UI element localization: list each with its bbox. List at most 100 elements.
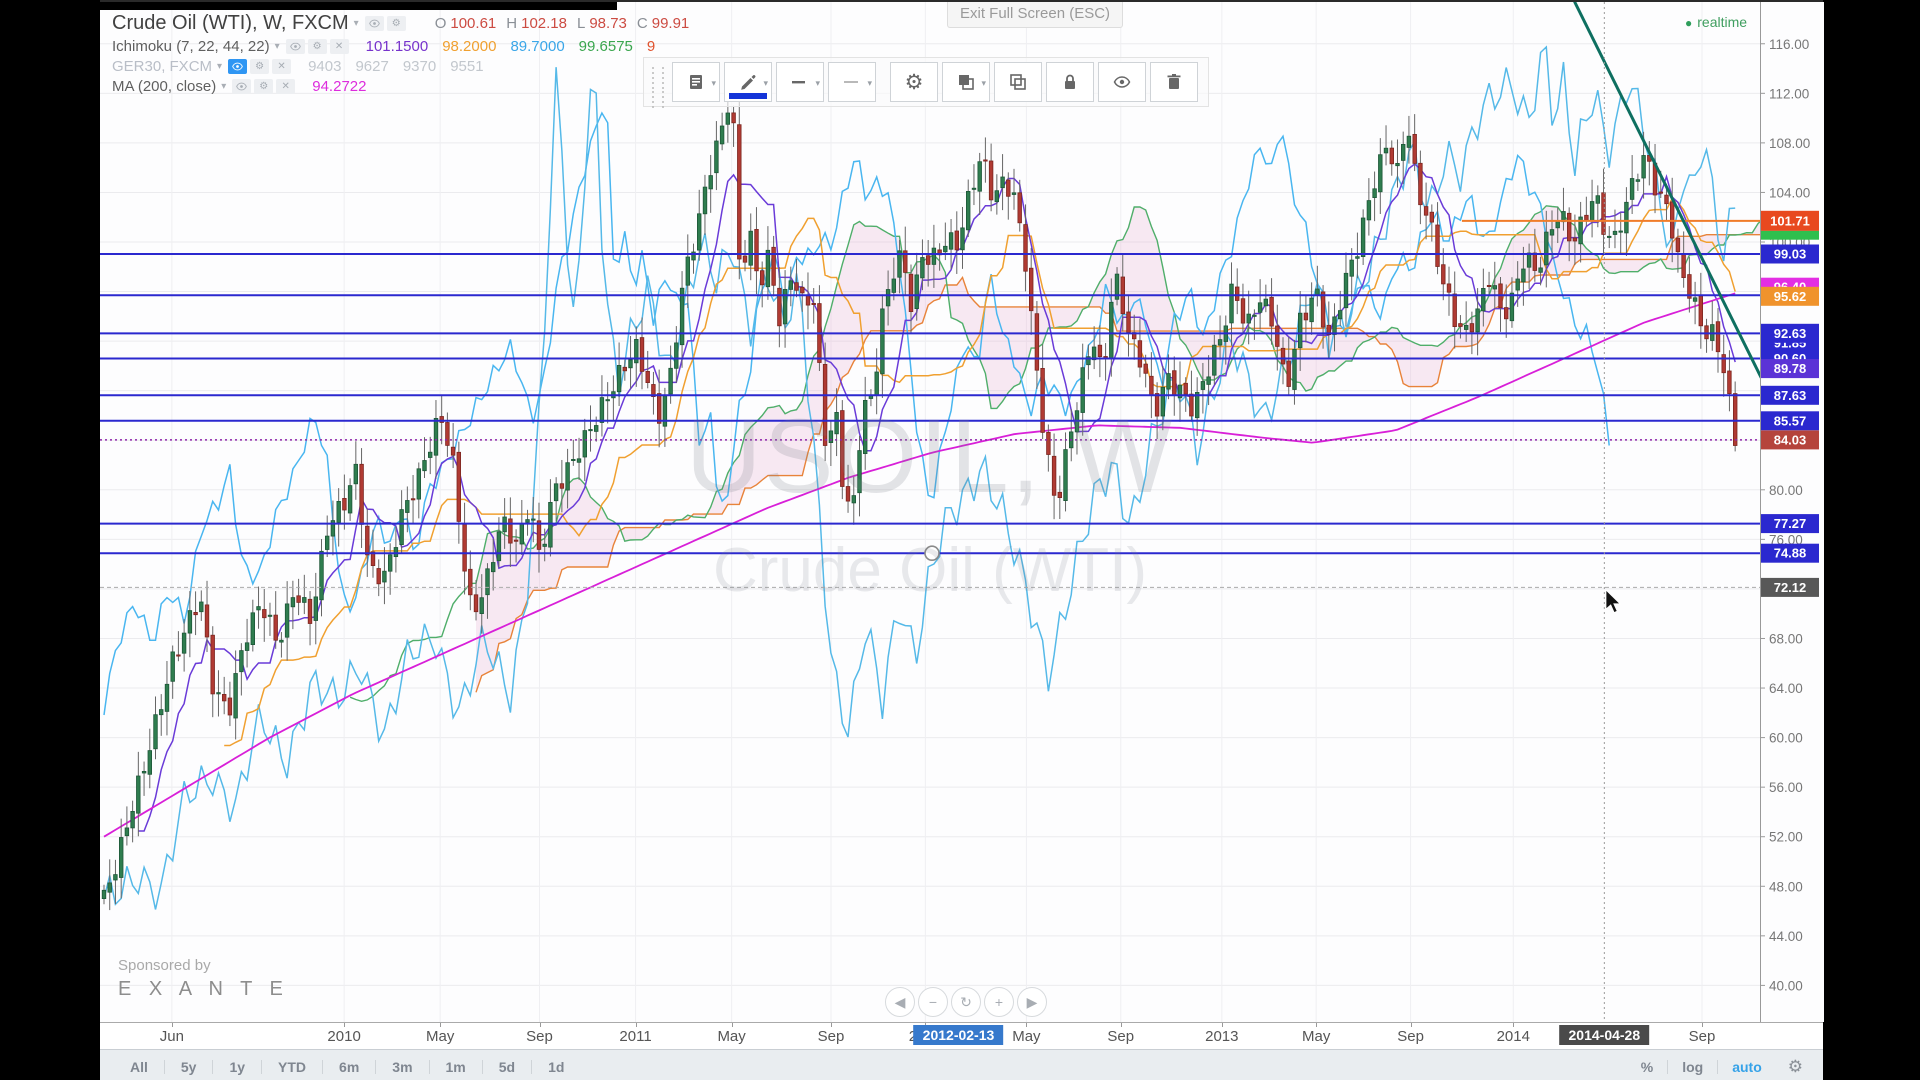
time-tick: [1221, 1023, 1223, 1027]
left-letterbox: [0, 0, 100, 1080]
chevron-down-icon[interactable]: ▾: [275, 41, 280, 52]
axis-settings-gear-icon[interactable]: ⚙: [1776, 1057, 1813, 1077]
eye-icon[interactable]: [232, 79, 252, 94]
symbol-title[interactable]: Crude Oil (WTI), W, FXCM: [112, 12, 349, 35]
line-style-thin-button[interactable]: ▾: [828, 62, 876, 102]
time-tick: [1702, 1023, 1704, 1027]
indicator-value: 101.1500: [365, 38, 429, 55]
svg-text:56.00: 56.00: [1769, 780, 1803, 795]
zoom-out-button[interactable]: −: [918, 987, 948, 1017]
zoom-in-button[interactable]: +: [984, 987, 1014, 1017]
scroll-right-button[interactable]: ▶: [1017, 987, 1047, 1017]
symbol-row[interactable]: Crude Oil (WTI), W, FXCM ▾ ⚙ O 100.61 H 10…: [112, 12, 689, 35]
remove-button[interactable]: [1150, 62, 1198, 102]
time-label: May: [1302, 1028, 1331, 1045]
range-button-ytd[interactable]: YTD: [262, 1055, 322, 1079]
drag-handle[interactable]: [650, 65, 666, 108]
svg-text:89.78: 89.78: [1774, 361, 1807, 376]
range-button-all[interactable]: All: [114, 1055, 164, 1079]
time-label: 2010: [327, 1028, 361, 1045]
price-axis[interactable]: 116.00 112.00 108.00 104.00 100.00 80.00 76.00…: [1760, 2, 1824, 1022]
range-button-5d[interactable]: 5d: [483, 1055, 531, 1079]
chevron-down-icon[interactable]: ▾: [217, 61, 222, 72]
svg-text:101.71: 101.71: [1770, 213, 1810, 228]
time-label: 2013: [1205, 1028, 1239, 1045]
indicator-value: 89.7000: [510, 38, 565, 55]
chevron-down-icon[interactable]: ▾: [221, 81, 226, 92]
eye-icon[interactable]: [285, 39, 305, 54]
chart-plot-area[interactable]: [100, 2, 1760, 1022]
draw-button[interactable]: ▾: [724, 62, 772, 102]
line-style-thick-button[interactable]: ▾: [776, 62, 824, 102]
svg-text:92.63: 92.63: [1774, 326, 1807, 341]
eye-icon[interactable]: [228, 59, 248, 74]
svg-text:84.03: 84.03: [1774, 432, 1807, 447]
time-axis[interactable]: Jun2010MaySep2011MaySep2012MaySep2013May…: [100, 1022, 1823, 1050]
time-label: Jun: [159, 1028, 184, 1045]
lock-button[interactable]: [1046, 62, 1094, 102]
svg-text:112.00: 112.00: [1769, 86, 1809, 101]
time-axis-badge: 2014-04-28: [1559, 1025, 1650, 1045]
reset-button[interactable]: ↻: [951, 987, 981, 1017]
chevron-down-icon[interactable]: ▾: [354, 18, 359, 29]
eye-icon[interactable]: [364, 16, 384, 31]
chart-nav: ◀ − ↻ + ▶: [885, 987, 1050, 1017]
close-icon[interactable]: ✕: [272, 59, 292, 74]
svg-text:52.00: 52.00: [1769, 830, 1803, 845]
indicator-row-ichimoku[interactable]: Ichimoku (7, 22, 44, 22) ▾ ⚙ ✕ 101.1500 9…: [112, 38, 689, 55]
sponsor-prefix: Sponsored by: [118, 957, 211, 974]
high-value: 102.18: [521, 15, 567, 32]
indicator-value: 98.2000: [442, 38, 497, 55]
range-button-1y[interactable]: 1y: [213, 1055, 261, 1079]
svg-text:68.00: 68.00: [1769, 631, 1803, 646]
time-tick: [1120, 1023, 1122, 1027]
drawing-toolbar: ▾ ▾ ▾ ▾ ⚙ ▾: [643, 57, 1209, 108]
scroll-left-button[interactable]: ◀: [885, 987, 915, 1017]
close-icon[interactable]: ✕: [276, 79, 296, 94]
scale-buttons: % log auto ⚙: [1627, 1050, 1813, 1080]
bottom-toolbar: All 5y 1y YTD 6m 3m 1m 5d 1d % log auto ⚙: [100, 1049, 1823, 1080]
layers-button[interactable]: ▾: [942, 62, 990, 102]
scale-button-log[interactable]: log: [1668, 1055, 1717, 1079]
time-label: May: [1012, 1028, 1041, 1045]
indicator-row-ma200[interactable]: MA (200, close) ▾ ⚙ ✕ 94.2722: [112, 78, 689, 95]
time-label: Sep: [1688, 1028, 1716, 1045]
range-button-6m[interactable]: 6m: [323, 1055, 375, 1079]
gear-icon[interactable]: ⚙: [254, 79, 274, 94]
clone-button[interactable]: [994, 62, 1042, 102]
templates-button[interactable]: ▾: [672, 62, 720, 102]
settings-button[interactable]: ⚙: [890, 62, 938, 102]
svg-text:95.62: 95.62: [1774, 289, 1807, 304]
svg-text:85.57: 85.57: [1774, 413, 1807, 428]
time-tick: [1410, 1023, 1412, 1027]
indicator-values: 94.2722: [312, 78, 380, 95]
indicator-value: 9: [646, 38, 656, 55]
close-icon[interactable]: ✕: [329, 39, 349, 54]
indicator-value: 9370: [402, 58, 437, 75]
scale-button-auto[interactable]: auto: [1718, 1055, 1776, 1079]
range-button-5y[interactable]: 5y: [165, 1055, 213, 1079]
time-tick: [1026, 1023, 1028, 1027]
time-axis-badge: 2012-02-13: [913, 1025, 1004, 1045]
time-tick: [1513, 1023, 1515, 1027]
indicator-value: 9551: [450, 58, 484, 75]
scale-button-%[interactable]: %: [1627, 1055, 1667, 1079]
hide-button[interactable]: [1098, 62, 1146, 102]
range-button-1d[interactable]: 1d: [532, 1055, 580, 1079]
indicator-values: 9403 9627 9370 9551: [308, 58, 498, 75]
svg-text:40.00: 40.00: [1769, 978, 1803, 993]
open-value: 100.61: [450, 15, 497, 32]
svg-text:80.00: 80.00: [1769, 483, 1803, 498]
svg-text:74.88: 74.88: [1774, 546, 1807, 561]
gear-icon[interactable]: ⚙: [307, 39, 327, 54]
indicator-values: 101.1500 98.2000 89.7000 99.6575 9: [366, 38, 670, 55]
gear-icon[interactable]: ⚙: [250, 59, 270, 74]
indicator-row-ger30[interactable]: GER30, FXCM ▾ ⚙ ✕ 9403 9627 9370 9551: [112, 58, 689, 75]
range-button-1m[interactable]: 1m: [430, 1055, 482, 1079]
gear-icon: ⚙: [904, 70, 924, 94]
time-label: Sep: [817, 1028, 845, 1045]
range-buttons: All 5y 1y YTD 6m 3m 1m 5d 1d: [100, 1055, 580, 1079]
gear-icon[interactable]: ⚙: [386, 16, 406, 31]
time-label: May: [717, 1028, 746, 1045]
range-button-3m[interactable]: 3m: [376, 1055, 428, 1079]
